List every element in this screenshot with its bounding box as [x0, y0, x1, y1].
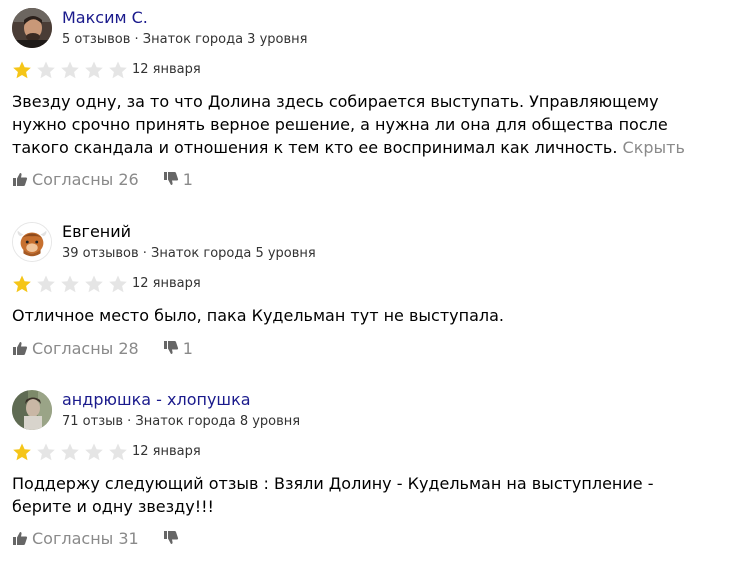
star-empty-icon	[109, 275, 127, 293]
agree-button[interactable]: Согласны 31	[12, 529, 139, 548]
star-filled-icon	[13, 275, 31, 293]
review-date: 12 января	[132, 276, 201, 291]
review-text: Звезду одну, за то что Долина здесь соби…	[12, 90, 712, 159]
rating-stars	[12, 442, 128, 462]
review-reactions: Согласны 28 1	[12, 337, 193, 359]
review-reactions: Согласны 31	[12, 527, 183, 549]
user-avatar[interactable]	[12, 222, 52, 262]
star-empty-icon	[61, 61, 79, 79]
star-empty-icon	[109, 443, 127, 461]
star-empty-icon	[109, 61, 127, 79]
author-meta: 71 отзыв · Знаток города 8 уровня	[62, 414, 301, 429]
user-avatar[interactable]	[12, 390, 52, 430]
star-empty-icon	[61, 275, 79, 293]
thumb-down-icon	[163, 531, 178, 544]
star-empty-icon	[37, 443, 55, 461]
review-text: Поддержу следующий отзыв : Взяли Долину …	[12, 472, 712, 518]
star-empty-icon	[37, 61, 55, 79]
collapse-link[interactable]: Скрыть	[623, 138, 685, 157]
rating-stars	[12, 274, 128, 294]
yak-avatar-icon	[13, 223, 51, 261]
author-meta: 5 отзывов · Знаток города 3 уровня	[62, 32, 308, 47]
agree-button[interactable]: Согласны 26	[12, 170, 139, 189]
disagree-button[interactable]	[163, 530, 183, 546]
star-filled-icon	[13, 61, 31, 79]
thumb-up-icon	[13, 532, 28, 545]
star-filled-icon	[13, 443, 31, 461]
author-meta: 39 отзывов · Знаток города 5 уровня	[62, 246, 316, 261]
author-name: Евгений	[62, 222, 132, 241]
disagree-count: 1	[182, 338, 193, 358]
user-avatar[interactable]	[12, 8, 52, 48]
review-text: Отличное место было, пака Кудельман тут …	[12, 304, 712, 327]
author-name[interactable]: Максим С.	[62, 8, 148, 28]
review-text-body: Отличное место было, пака Кудельман тут …	[12, 306, 505, 325]
review-text-body: Звезду одну, за то что Долина здесь соби…	[12, 92, 668, 157]
star-empty-icon	[85, 275, 103, 293]
review-date: 12 января	[132, 444, 201, 459]
rating-stars	[12, 60, 128, 80]
disagree-count: 1	[182, 169, 193, 189]
review-text-body: Поддержу следующий отзыв : Взяли Долину …	[12, 474, 654, 516]
star-empty-icon	[85, 443, 103, 461]
review-date: 12 января	[132, 62, 201, 77]
agree-button[interactable]: Согласны 28	[12, 339, 139, 358]
agree-label: Согласны 26	[32, 169, 139, 189]
thumb-down-icon	[163, 172, 178, 185]
thumb-up-icon	[13, 173, 28, 186]
star-empty-icon	[37, 275, 55, 293]
disagree-button[interactable]: 1	[163, 339, 193, 358]
thumb-up-icon	[13, 342, 28, 355]
agree-label: Согласны 31	[32, 528, 139, 548]
thumb-down-icon	[163, 341, 178, 354]
star-empty-icon	[85, 61, 103, 79]
user-photo-avatar-icon	[12, 390, 52, 430]
author-name[interactable]: андрюшка - хлопушка	[62, 390, 251, 410]
review-reactions: Согласны 26 1	[12, 168, 193, 190]
star-empty-icon	[61, 443, 79, 461]
agree-label: Согласны 28	[32, 338, 139, 358]
user-photo-avatar-icon	[12, 8, 52, 48]
disagree-button[interactable]: 1	[163, 170, 193, 189]
